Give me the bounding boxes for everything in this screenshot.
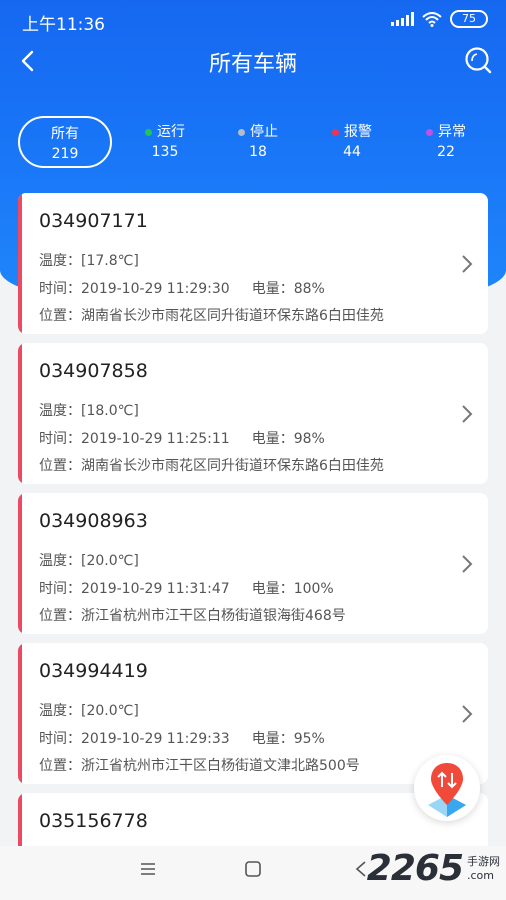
- vehicle-id: 034907858: [39, 360, 148, 382]
- location-row: 位置：湖南省长沙市雨花区同升街道环保东路6白田佳苑: [39, 308, 384, 324]
- location-row: 位置：浙江省杭州市江干区白杨街道银海街468号: [39, 608, 346, 624]
- alarm-indicator-bar: [18, 193, 22, 334]
- battery-value: 100%: [293, 581, 334, 597]
- tab-all[interactable]: 所有 219: [18, 116, 112, 168]
- status-dot-icon: [332, 128, 339, 136]
- tab-label: 异常: [438, 124, 466, 140]
- temperature-value: [18.0℃]: [81, 403, 139, 419]
- home-icon[interactable]: [244, 860, 262, 878]
- tab-count: 18: [249, 144, 267, 160]
- location-value: 浙江省杭州市江干区白杨街道文津北路500号: [81, 758, 360, 774]
- signal-icon: [391, 12, 414, 26]
- status-icons: 75: [391, 10, 488, 28]
- tab-count: 219: [51, 146, 79, 162]
- time-value: 2019-10-29 11:31:47: [81, 581, 230, 597]
- vehicle-card[interactable]: 034907858 温度：[18.0℃] 时间：2019-10-29 11:25…: [18, 343, 488, 484]
- tab-count: 44: [343, 144, 361, 160]
- vehicle-id: 034994419: [39, 660, 148, 682]
- tab-label: 停止: [250, 124, 278, 140]
- time-row: 时间：2019-10-29 11:29:33 电量：95%: [39, 731, 325, 747]
- status-filter-tabs: 所有 219 运行 135 停止 18 报警 44 异常 22: [18, 116, 488, 172]
- location-value: 湖南省长沙市雨花区同升街道环保东路6白田佳苑: [81, 458, 384, 474]
- temperature-value: [20.0℃]: [81, 553, 139, 569]
- tab-label: 报警: [344, 124, 372, 140]
- location-row: 位置：湖南省长沙市雨花区同升街道环保东路6白田佳苑: [39, 458, 384, 474]
- map-sort-button[interactable]: [414, 755, 480, 821]
- alarm-indicator-bar: [18, 793, 22, 853]
- status-dot-icon: [145, 128, 152, 136]
- battery-value: 95%: [293, 731, 325, 747]
- status-bar: 上午11:36 75: [0, 0, 506, 40]
- chevron-right-icon: [462, 555, 473, 573]
- tab-alarm[interactable]: 报警 44: [317, 116, 387, 168]
- status-time: 上午11:36: [22, 15, 105, 35]
- status-dot-icon: [238, 128, 245, 136]
- vehicle-card[interactable]: 034907171 温度：[17.8℃] 时间：2019-10-29 11:29…: [18, 193, 488, 334]
- search-icon[interactable]: [462, 44, 494, 76]
- status-dot-icon: [426, 128, 433, 136]
- temperature-row: 温度：[20.0℃]: [39, 553, 139, 569]
- nav-bar: 所有车辆: [0, 40, 506, 82]
- chevron-right-icon: [462, 405, 473, 423]
- chevron-right-icon: [462, 255, 473, 273]
- tab-abnormal[interactable]: 异常 22: [410, 116, 482, 168]
- battery-value: 98%: [293, 431, 325, 447]
- alarm-indicator-bar: [18, 343, 22, 484]
- vehicle-id: 035156778: [39, 810, 148, 832]
- temperature-value: [20.0℃]: [81, 703, 139, 719]
- tab-label: 所有: [51, 126, 79, 142]
- watermark-text: 手游网 .com: [467, 855, 500, 882]
- battery-indicator: 75: [450, 10, 488, 28]
- vehicle-id: 034907171: [39, 210, 148, 232]
- location-value: 浙江省杭州市江干区白杨街道银海街468号: [81, 608, 346, 624]
- vehicle-card[interactable]: 034908963 温度：[20.0℃] 时间：2019-10-29 11:31…: [18, 493, 488, 634]
- tab-count: 22: [437, 144, 455, 160]
- temperature-row: 温度：[18.0℃]: [39, 403, 139, 419]
- time-value: 2019-10-29 11:29:30: [81, 281, 230, 297]
- time-value: 2019-10-29 11:25:11: [81, 431, 230, 447]
- battery-value: 88%: [293, 281, 325, 297]
- alarm-indicator-bar: [18, 493, 22, 634]
- vehicle-id: 034908963: [39, 510, 148, 532]
- time-row: 时间：2019-10-29 11:25:11 电量：98%: [39, 431, 325, 447]
- wifi-icon: [422, 11, 442, 27]
- temperature-value: [17.8℃]: [81, 253, 139, 269]
- tab-count: 135: [151, 144, 179, 160]
- chevron-right-icon: [462, 705, 473, 723]
- menu-icon[interactable]: [139, 860, 157, 878]
- watermark-logo: 2265 手游网 .com: [367, 848, 500, 889]
- location-row: 位置：浙江省杭州市江干区白杨街道文津北路500号: [39, 758, 360, 774]
- page-title: 所有车辆: [208, 52, 297, 77]
- tab-stopped[interactable]: 停止 18: [223, 116, 293, 168]
- alarm-indicator-bar: [18, 643, 22, 784]
- watermark-number: 2265: [366, 848, 464, 889]
- temperature-row: 温度：[20.0℃]: [39, 703, 139, 719]
- tab-label: 运行: [157, 124, 185, 140]
- time-row: 时间：2019-10-29 11:31:47 电量：100%: [39, 581, 334, 597]
- map-pin-icon: [428, 763, 466, 817]
- time-value: 2019-10-29 11:29:33: [81, 731, 230, 747]
- temperature-row: 温度：[17.8℃]: [39, 253, 139, 269]
- time-row: 时间：2019-10-29 11:29:30 电量：88%: [39, 281, 325, 297]
- tab-running[interactable]: 运行 135: [130, 116, 200, 168]
- location-value: 湖南省长沙市雨花区同升街道环保东路6白田佳苑: [81, 308, 384, 324]
